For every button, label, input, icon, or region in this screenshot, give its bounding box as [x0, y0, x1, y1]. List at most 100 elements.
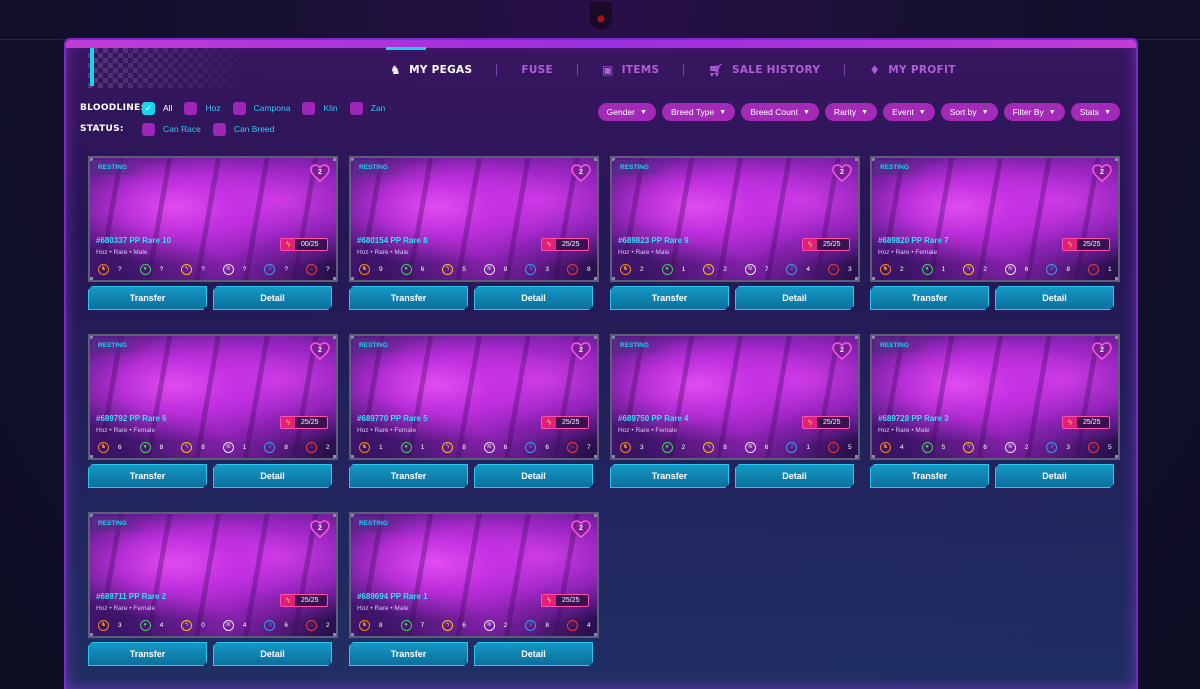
pega-card[interactable]: RESTING 2 #689728 PP Rare 3 Hoz • Rare •… [870, 334, 1120, 496]
detail-button[interactable]: Detail [474, 464, 593, 488]
corner-marker [333, 455, 336, 458]
dropdown-gender[interactable]: Gender ▼ [597, 103, 656, 121]
detail-button[interactable]: Detail [735, 464, 854, 488]
stat: ♨ 1 [1087, 263, 1116, 275]
stats-row: ♞ 2 ● 1 ϟ 2 ≋ 7 ≡ 4 ♨ 3 [620, 262, 856, 276]
stat: ≡ 3 [525, 263, 553, 275]
detail-button[interactable]: Detail [474, 286, 593, 310]
pega-card[interactable]: RESTING 2 #680337 PP Rare 10 Hoz • Rare … [88, 156, 338, 318]
bloodline-campona-checkbox[interactable]: Campona [232, 101, 290, 115]
stat-value: 8 [159, 443, 164, 451]
pega-image[interactable]: RESTING 2 #689770 PP Rare 5 Hoz • Rare •… [349, 334, 599, 460]
corner-marker [351, 633, 354, 636]
corner-marker [855, 336, 858, 339]
dropdown-filter-by[interactable]: Filter By ▼ [1003, 103, 1065, 121]
transfer-button[interactable]: Transfer [88, 642, 207, 666]
detail-button[interactable]: Detail [995, 286, 1114, 310]
stats-row: ♞ 8 ● 7 ϟ 6 ≋ 2 ≡ 8 ♨ 4 [359, 618, 595, 632]
pega-card[interactable]: RESTING 2 #680154 PP Rare 8 Hoz • Rare •… [349, 156, 599, 318]
status-can-breed-checkbox[interactable]: Can Breed [212, 122, 274, 136]
stats-row: ♞ 9 ● 6 ϟ 5 ≋ 8 ≡ 3 ♨ 8 [359, 262, 595, 276]
stats-row: ♞ 3 ● 4 ϟ 0 ≋ 4 ≡ 6 ♨ 2 [98, 618, 334, 632]
stat: ≡ 3 [1046, 441, 1074, 453]
stat-value: 1 [379, 443, 383, 451]
pega-name: #680154 PP Rare 8 [357, 236, 428, 245]
stat-value: 1 [1107, 265, 1112, 273]
stat-value: 1 [420, 443, 425, 451]
chevron-down-icon: ▼ [861, 108, 869, 116]
transfer-button[interactable]: Transfer [870, 286, 989, 310]
checkbox-label: Klin [323, 103, 338, 113]
pega-card[interactable]: RESTING 2 #689792 PP Rare 6 Hoz • Rare •… [88, 334, 338, 496]
detail-button[interactable]: Detail [735, 286, 854, 310]
bloodline-all-checkbox[interactable]: ✓ All [142, 101, 172, 115]
transfer-button[interactable]: Transfer [349, 464, 468, 488]
fire-icon: ♨ [305, 263, 317, 275]
pega-card[interactable]: RESTING 2 #689750 PP Rare 4 Hoz • Rare •… [610, 334, 860, 496]
pega-image[interactable]: RESTING 2 #689750 PP Rare 4 Hoz • Rare •… [610, 334, 860, 460]
pega-image[interactable]: RESTING 2 #680337 PP Rare 10 Hoz • Rare … [88, 156, 338, 282]
stat: ϟ ? [181, 263, 209, 275]
pega-card[interactable]: RESTING 2 #689694 PP Rare 1 Hoz • Rare •… [349, 512, 599, 674]
pega-image[interactable]: RESTING 2 #689694 PP Rare 1 Hoz • Rare •… [349, 512, 599, 638]
dropdown-breed-type[interactable]: Breed Type ▼ [661, 103, 736, 121]
tab-fuse[interactable]: FUSE [497, 64, 577, 76]
detail-button[interactable]: Detail [213, 642, 332, 666]
status-can-race-checkbox[interactable]: Can Race [142, 122, 201, 136]
stat-value: 6 [420, 265, 425, 273]
fire-icon: ♨ [305, 441, 317, 453]
dropdown-rarity[interactable]: Rarity ▼ [824, 103, 878, 121]
tab-label: FUSE [521, 64, 553, 76]
transfer-button[interactable]: Transfer [610, 286, 729, 310]
bloodline-hoz-checkbox[interactable]: Hoz [184, 101, 221, 115]
stat-value: 6 [462, 621, 466, 629]
dropdown-event[interactable]: Event ▼ [883, 103, 935, 121]
detail-button[interactable]: Detail [995, 464, 1114, 488]
pega-card[interactable]: RESTING 2 #689711 PP Rare 2 Hoz • Rare •… [88, 512, 338, 674]
pega-card[interactable]: RESTING 2 #689770 PP Rare 5 Hoz • Rare •… [349, 334, 599, 496]
speed-icon: ♞ [98, 441, 109, 453]
tab-sale-history[interactable]: 🛒︎ SALE HISTORY [684, 63, 844, 77]
pega-image[interactable]: RESTING 2 #689823 PP Rare 9 Hoz • Rare •… [610, 156, 860, 282]
pega-card[interactable]: RESTING 2 #689820 PP Rare 7 Hoz • Rare •… [870, 156, 1120, 318]
tab-items[interactable]: ▣ ITEMS [578, 63, 683, 77]
stat: ♨ 3 [827, 263, 856, 275]
status-badge: RESTING [874, 338, 927, 353]
stat-value: 8 [723, 443, 727, 451]
dropdown-breed-count[interactable]: Breed Count ▼ [741, 103, 819, 121]
stat-value: ? [242, 265, 247, 273]
stat-value: ? [118, 265, 122, 273]
pega-image[interactable]: RESTING 2 #689820 PP Rare 7 Hoz • Rare •… [870, 156, 1120, 282]
bloodline-zan-checkbox[interactable]: Zan [349, 101, 386, 115]
lightning-icon: ϟ [442, 441, 454, 453]
detail-button[interactable]: Detail [213, 464, 332, 488]
strength-icon: ● [139, 441, 151, 453]
dropdown-sort-by[interactable]: Sort by ▼ [940, 103, 998, 121]
tab-my-profit[interactable]: ♦ MY PROFIT [845, 63, 979, 77]
stat-value: 3 [118, 621, 122, 629]
transfer-button[interactable]: Transfer [610, 464, 729, 488]
transfer-button[interactable]: Transfer [349, 642, 468, 666]
fire-icon: ♨ [1087, 441, 1099, 453]
transfer-button[interactable]: Transfer [349, 286, 468, 310]
transfer-button[interactable]: Transfer [88, 464, 207, 488]
transfer-button[interactable]: Transfer [88, 286, 207, 310]
pega-image[interactable]: RESTING 2 #689728 PP Rare 3 Hoz • Rare •… [870, 334, 1120, 460]
stat: ♨ 5 [827, 441, 856, 453]
stat-value: 2 [640, 265, 644, 273]
bloodline-klin-checkbox[interactable]: Klin [302, 101, 338, 115]
detail-button[interactable]: Detail [474, 642, 593, 666]
detail-button[interactable]: Detail [213, 286, 332, 310]
pega-image[interactable]: RESTING 2 #689792 PP Rare 6 Hoz • Rare •… [88, 334, 338, 460]
tab-my-pegas[interactable]: ♞ MY PEGAS [366, 47, 496, 77]
bloodline-label: BLOODLINE: [80, 103, 145, 113]
transfer-button[interactable]: Transfer [870, 464, 989, 488]
pega-image[interactable]: RESTING 2 #680154 PP Rare 8 Hoz • Rare •… [349, 156, 599, 282]
pega-card[interactable]: RESTING 2 #689823 PP Rare 9 Hoz • Rare •… [610, 156, 860, 318]
wind-icon: ≋ [1004, 263, 1016, 275]
pega-image[interactable]: RESTING 2 #689711 PP Rare 2 Hoz • Rare •… [88, 512, 338, 638]
checkbox-label: Zan [370, 103, 386, 113]
dropdown-stats[interactable]: Stats ▼ [1070, 103, 1120, 121]
top-decoration [0, 0, 1200, 40]
chevron-down-icon: ▼ [1104, 108, 1111, 116]
